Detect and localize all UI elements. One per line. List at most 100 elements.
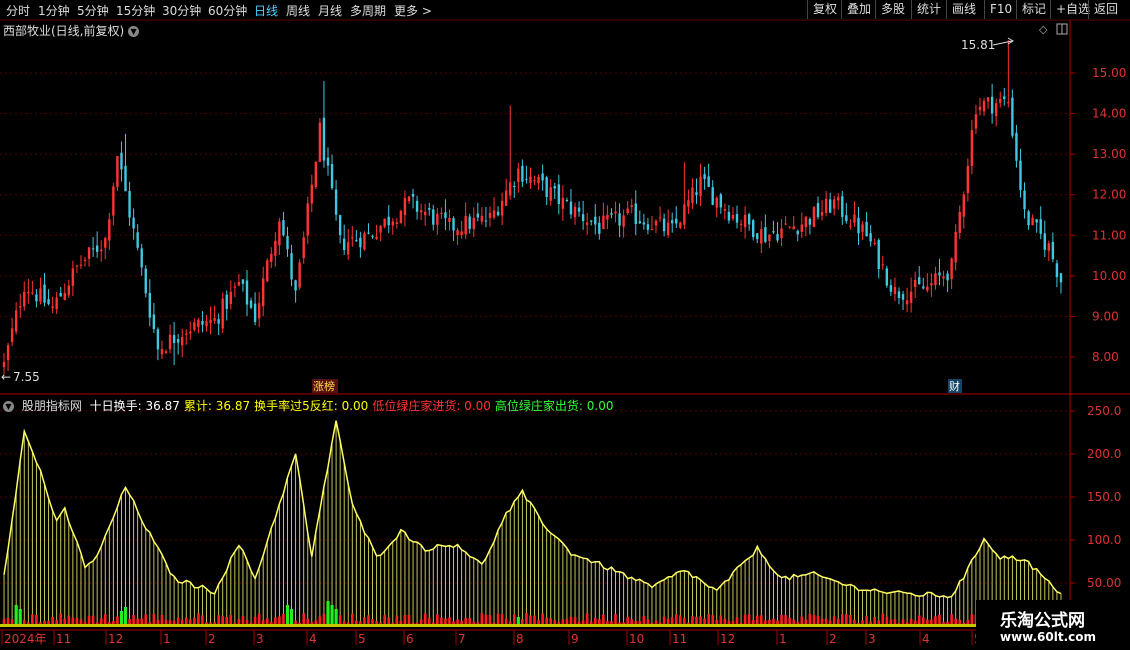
candle-body bbox=[176, 339, 180, 343]
candle-body bbox=[784, 223, 787, 225]
candle-body bbox=[492, 210, 496, 218]
candle-body bbox=[699, 176, 702, 196]
candle-body bbox=[383, 218, 386, 227]
candle-body bbox=[905, 300, 909, 305]
turnover-base-strip bbox=[0, 624, 1068, 627]
candle-body bbox=[95, 245, 99, 252]
candle-body bbox=[436, 213, 439, 225]
candle-body bbox=[747, 214, 751, 225]
candle-body bbox=[618, 213, 621, 226]
candle-body bbox=[112, 186, 115, 216]
candle-body bbox=[683, 204, 686, 225]
candle-body bbox=[51, 306, 54, 309]
candle-body bbox=[517, 168, 520, 183]
candle-body bbox=[581, 214, 585, 221]
candle-body bbox=[484, 220, 488, 222]
candle-body bbox=[946, 273, 949, 281]
candle-body bbox=[407, 196, 411, 202]
candle-body bbox=[525, 178, 528, 180]
candle-body bbox=[290, 253, 293, 280]
candle-body bbox=[460, 231, 463, 236]
candle-body bbox=[671, 220, 674, 224]
candle-body bbox=[164, 351, 168, 353]
candle-body bbox=[622, 215, 625, 227]
x-label-7: 5 bbox=[358, 632, 366, 646]
candle-body bbox=[938, 272, 941, 276]
candle-body bbox=[197, 319, 200, 328]
candle-body bbox=[820, 211, 824, 216]
candle-body bbox=[918, 277, 921, 285]
candle-body bbox=[270, 253, 273, 262]
watermark-title: 乐淘公式网 bbox=[1000, 611, 1085, 631]
indicator-menu-icon[interactable]: ▼ bbox=[3, 401, 14, 412]
candle-body bbox=[1059, 273, 1063, 283]
candle-body bbox=[156, 329, 160, 350]
candle-body bbox=[395, 222, 399, 224]
candle-body bbox=[476, 213, 480, 218]
x-label-17: 3 bbox=[868, 632, 876, 646]
candle-body bbox=[359, 237, 362, 248]
candle-body bbox=[954, 231, 957, 263]
candle-body bbox=[488, 212, 492, 218]
candle-body bbox=[958, 211, 961, 234]
kline-chart[interactable]: 15.0014.0013.0012.0011.0010.009.008.0025… bbox=[0, 0, 1130, 650]
green-mark-bar bbox=[330, 605, 334, 627]
candle-body bbox=[610, 213, 613, 215]
candle-body bbox=[614, 211, 617, 214]
candle-body bbox=[6, 345, 10, 361]
candle-body bbox=[237, 281, 241, 286]
candle-body bbox=[569, 201, 573, 215]
candle-body bbox=[756, 233, 759, 240]
cai-badge[interactable]: 财 bbox=[949, 379, 960, 393]
candle-body bbox=[545, 177, 548, 197]
candle-body bbox=[286, 235, 289, 250]
candle-body bbox=[185, 333, 188, 335]
low-arrow-icon: ← bbox=[1, 370, 11, 384]
candle-body bbox=[172, 335, 176, 344]
candle-body bbox=[735, 214, 739, 223]
candle-body bbox=[278, 221, 281, 246]
candle-body bbox=[849, 225, 852, 227]
candle-body bbox=[338, 215, 342, 236]
candle-body bbox=[642, 222, 646, 225]
turnover-bars bbox=[0, 420, 1068, 627]
candle-body bbox=[974, 114, 978, 129]
candle-body bbox=[739, 223, 743, 225]
candle-body bbox=[1031, 217, 1034, 226]
candle-body bbox=[355, 240, 358, 242]
candle-body bbox=[1015, 132, 1018, 161]
candle-body bbox=[776, 234, 779, 241]
candle-body bbox=[322, 117, 326, 161]
candle-body bbox=[1011, 97, 1014, 136]
candle-body bbox=[666, 222, 670, 236]
x-label-16: 2 bbox=[829, 632, 837, 646]
candle-body bbox=[711, 187, 714, 205]
candle-body bbox=[472, 217, 475, 229]
indicator-value-1: 累计: 36.87 bbox=[183, 399, 251, 413]
candle-body bbox=[828, 199, 832, 213]
candle-body bbox=[63, 293, 66, 301]
indicator-name[interactable]: 股朋指标网 bbox=[22, 399, 82, 413]
candle-body bbox=[541, 173, 544, 181]
candle-body bbox=[626, 208, 629, 214]
candle-body bbox=[707, 176, 710, 187]
candle-body bbox=[10, 328, 14, 342]
x-label-3: 1 bbox=[163, 632, 171, 646]
candle-body bbox=[743, 214, 747, 228]
candle-body bbox=[978, 106, 982, 111]
candle-body bbox=[249, 300, 253, 308]
turnover-tick-0: 250.0 bbox=[1087, 404, 1121, 418]
candle-body bbox=[881, 264, 884, 266]
candle-body bbox=[120, 152, 123, 170]
x-label-0: 2024年 bbox=[4, 632, 47, 646]
candle-body bbox=[1035, 219, 1038, 223]
diamond-icon[interactable]: ◇ bbox=[1039, 23, 1048, 36]
candle-body bbox=[893, 287, 897, 294]
candle-body bbox=[812, 207, 816, 228]
candle-body bbox=[262, 278, 265, 307]
indicator-values: 十日换手: 36.87 累计: 36.87 换手率过5反红: 0.00 低位绿庄家进货… bbox=[90, 399, 618, 413]
candle-body bbox=[727, 211, 731, 221]
zhangbang-badge[interactable]: 涨榜 bbox=[313, 379, 335, 393]
candle-body bbox=[869, 233, 872, 242]
x-axis: 2024年111212345678910111212345 bbox=[1, 630, 982, 646]
